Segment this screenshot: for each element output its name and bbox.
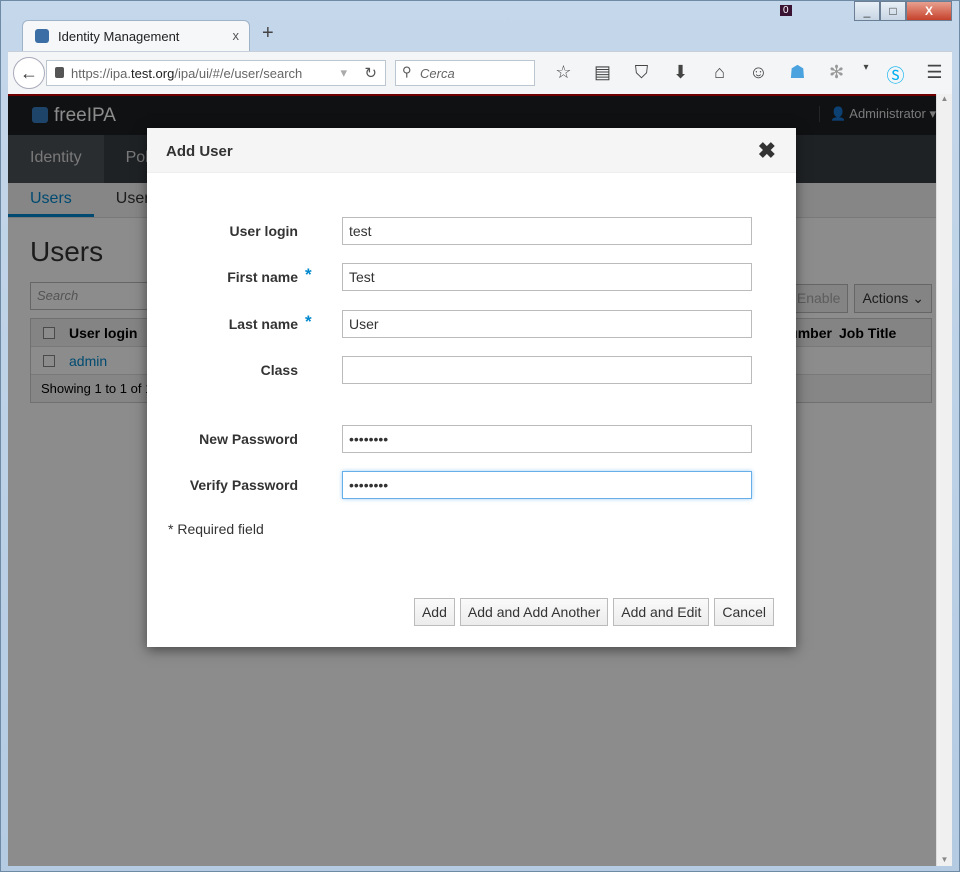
verify-password-input[interactable] <box>342 471 752 499</box>
required-star: * <box>305 312 312 331</box>
page-scrollbar[interactable]: ▲ ▼ <box>936 94 952 866</box>
reading-list-icon[interactable]: ▤ <box>583 62 622 88</box>
first-name-input[interactable] <box>342 263 752 291</box>
field-user-login: User login <box>147 217 796 245</box>
toolbar-icons: ☆ ▤ ⛉ ⬇ ⌂ ☺ ☗ ✻ ▾ Ⓢ ☰ <box>544 62 954 88</box>
lock-icon <box>55 67 64 78</box>
url-path: /ipa/ui/#/e/user/search <box>174 66 303 81</box>
back-button[interactable]: ← <box>13 57 45 89</box>
add-user-dialog: Add User ✖ User login First name * Last … <box>147 128 796 647</box>
class-input[interactable] <box>342 356 752 384</box>
dropdown-icon[interactable]: ▾ <box>856 62 876 88</box>
first-name-label: First name <box>227 269 298 285</box>
reload-icon[interactable]: ↻ <box>364 64 377 82</box>
field-verify-password: Verify Password <box>147 471 796 499</box>
browser-toolbar: ← https://ipa.test.org/ipa/ui/#/e/user/s… <box>8 51 952 94</box>
field-class: Class <box>147 356 796 384</box>
search-placeholder: Cerca <box>420 66 455 81</box>
field-last-name: Last name * <box>147 310 796 338</box>
cancel-button[interactable]: Cancel <box>714 598 774 626</box>
add-button[interactable]: Add <box>413 598 455 626</box>
field-new-password: New Password <box>147 425 796 453</box>
verify-password-label: Verify Password <box>189 477 298 493</box>
bookmark-star-icon[interactable]: ☆ <box>544 62 583 88</box>
user-login-input[interactable] <box>342 217 752 245</box>
new-tab-button[interactable]: + <box>262 22 274 45</box>
new-password-label: New Password <box>199 431 298 447</box>
url-bar[interactable]: https://ipa.test.org/ipa/ui/#/e/user/sea… <box>46 60 386 86</box>
ghostery-icon[interactable]: ☗ <box>778 62 817 88</box>
menu-icon[interactable]: ☰ <box>915 62 954 88</box>
freeipa-favicon-icon <box>35 29 49 43</box>
maximize-button[interactable]: □ <box>880 1 906 21</box>
minimize-button[interactable]: _ <box>854 1 880 21</box>
new-password-input[interactable] <box>342 425 752 453</box>
field-first-name: First name * <box>147 263 796 291</box>
search-icon: ⚲ <box>402 64 412 79</box>
add-and-edit-button[interactable]: Add and Edit <box>613 598 710 626</box>
url-dropdown-icon[interactable]: ▾ <box>340 65 347 81</box>
close-icon[interactable]: ✖ <box>758 138 776 164</box>
pocket-icon[interactable]: ⛉ <box>622 62 661 88</box>
url-prefix: https://ipa. <box>71 66 131 81</box>
browser-search-input[interactable]: ⚲ Cerca <box>395 60 535 86</box>
required-star: * <box>305 265 312 284</box>
tab-title: Identity Management <box>58 29 180 44</box>
close-window-button[interactable]: X <box>906 1 952 21</box>
class-label: Class <box>260 362 298 378</box>
skype-icon[interactable]: Ⓢ <box>876 62 915 88</box>
download-icon[interactable]: ⬇ <box>661 62 700 88</box>
last-name-input[interactable] <box>342 310 752 338</box>
tab-close-icon[interactable]: x <box>233 28 240 43</box>
notification-badge: 0 <box>780 5 792 16</box>
last-name-label: Last name <box>228 316 298 332</box>
chat-icon[interactable]: ☺ <box>739 62 778 88</box>
window-controls: _ □ X <box>854 1 952 21</box>
url-host: test.org <box>130 66 175 81</box>
home-icon[interactable]: ⌂ <box>700 62 739 88</box>
required-field-note: * Required field <box>168 521 264 537</box>
dialog-header: Add User ✖ <box>147 128 796 173</box>
user-login-label: User login <box>229 223 298 239</box>
browser-tab[interactable]: Identity Management x <box>22 20 250 51</box>
add-and-add-another-button[interactable]: Add and Add Another <box>459 598 609 626</box>
dialog-title: Add User <box>166 143 233 160</box>
dialog-buttons: Add Add and Add Another Add and Edit Can… <box>413 598 774 626</box>
extension-icon[interactable]: ✻ <box>817 62 856 88</box>
